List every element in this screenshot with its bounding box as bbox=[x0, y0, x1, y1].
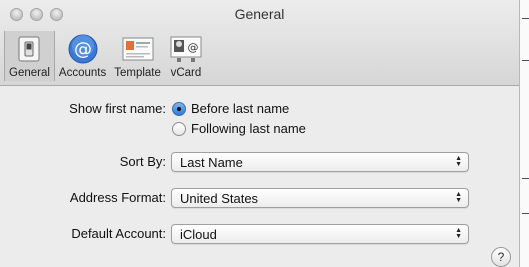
radio-following-last-name[interactable]: Following last name bbox=[172, 121, 306, 136]
address-format-select[interactable]: United States ▲ ▼ bbox=[171, 188, 469, 208]
sort-by-value: Last Name bbox=[180, 154, 243, 170]
radio-before-last-name[interactable]: Before last name bbox=[172, 101, 289, 116]
tab-general-label: General bbox=[9, 67, 50, 79]
svg-text:@: @ bbox=[74, 39, 92, 60]
up-down-chevron-icon: ▲ ▼ bbox=[455, 227, 462, 240]
default-account-value: iCloud bbox=[180, 226, 217, 242]
show-first-name-label: Show first name: bbox=[69, 101, 166, 116]
address-format-value: United States bbox=[180, 190, 259, 206]
edge-mark bbox=[522, 178, 529, 179]
template-card-icon bbox=[121, 33, 155, 65]
preferences-toolbar: General @ Accounts Template @ vCard bbox=[4, 31, 207, 81]
question-mark-icon: ? bbox=[497, 250, 505, 264]
default-account-label: Default Account: bbox=[71, 226, 166, 241]
tab-vcard[interactable]: @ vCard bbox=[165, 31, 207, 81]
up-down-chevron-icon: ▲ ▼ bbox=[455, 191, 462, 204]
at-sign-icon: @ bbox=[66, 33, 100, 65]
title-bar: General General @ Accounts Template @ vC… bbox=[0, 0, 519, 86]
help-button[interactable]: ? bbox=[491, 247, 511, 267]
edge-mark bbox=[522, 213, 529, 214]
radio-following-last-name-label: Following last name bbox=[191, 121, 306, 136]
tab-accounts-label: Accounts bbox=[58, 67, 107, 79]
radio-button-unselected[interactable] bbox=[172, 121, 186, 136]
tab-vcard-label: vCard bbox=[170, 67, 202, 79]
sort-by-label: Sort By: bbox=[119, 154, 166, 169]
svg-text:@: @ bbox=[187, 41, 198, 54]
tab-template-label: Template bbox=[114, 67, 161, 79]
tab-accounts[interactable]: @ Accounts bbox=[55, 31, 110, 81]
up-down-chevron-icon: ▲ ▼ bbox=[455, 155, 462, 168]
address-format-label: Address Format: bbox=[69, 190, 166, 205]
tab-template[interactable]: Template bbox=[110, 31, 165, 81]
edge-mark bbox=[522, 60, 529, 61]
edge-mark bbox=[522, 18, 529, 19]
radio-button-selected[interactable] bbox=[172, 101, 186, 116]
vcard-icon: @ bbox=[169, 33, 203, 65]
background-window-edge bbox=[520, 0, 529, 267]
radio-before-last-name-label: Before last name bbox=[191, 101, 290, 116]
window-title: General bbox=[234, 6, 285, 22]
sort-by-select[interactable]: Last Name ▲ ▼ bbox=[171, 152, 469, 172]
default-account-select[interactable]: iCloud ▲ ▼ bbox=[171, 224, 469, 244]
general-switch-icon bbox=[12, 33, 46, 65]
preferences-window: General General @ Accounts Template @ vC… bbox=[0, 0, 520, 267]
tab-general[interactable]: General bbox=[4, 31, 55, 81]
